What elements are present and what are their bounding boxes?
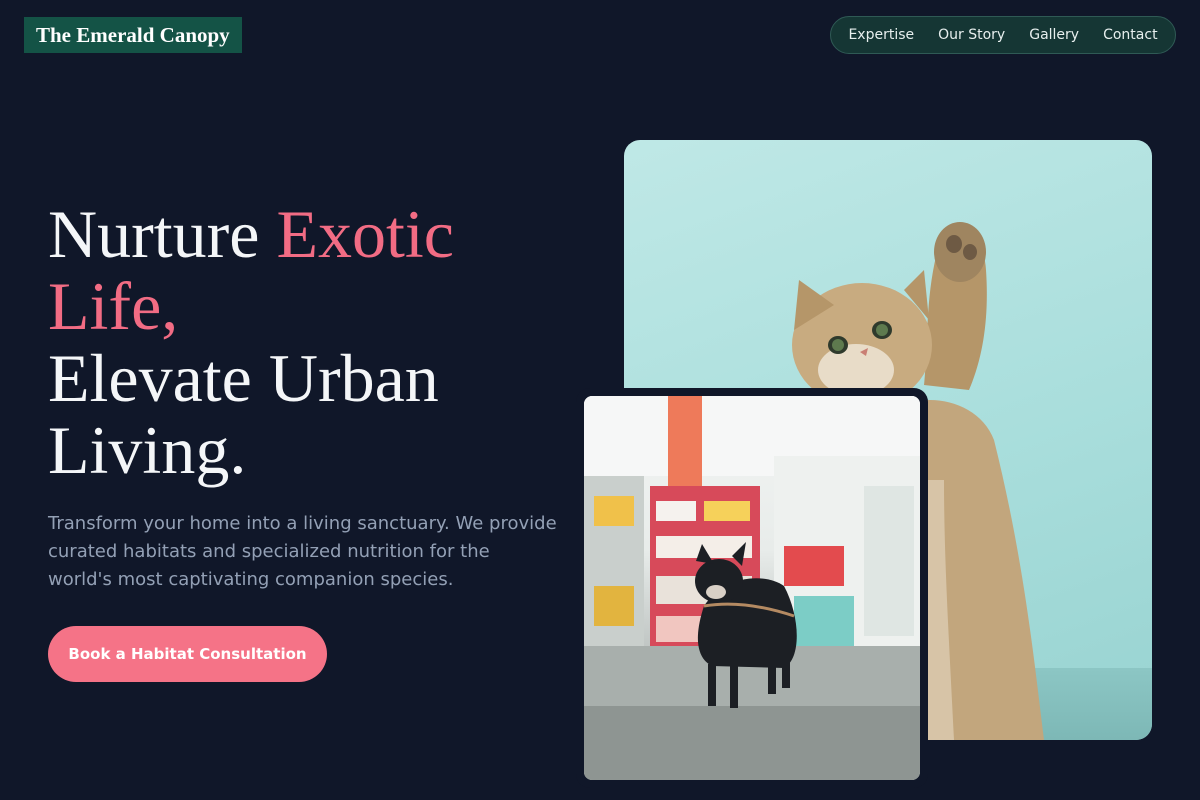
- hero-subtext: Transform your home into a living sanctu…: [48, 513, 557, 590]
- dog-store-illustration: [584, 396, 920, 780]
- nav-item-expertise[interactable]: Expertise: [836, 27, 926, 43]
- headline-part-1: Nurture: [48, 196, 277, 272]
- book-consultation-button[interactable]: Book a Habitat Consultation: [48, 626, 327, 682]
- brand-logo[interactable]: The Emerald Canopy: [24, 17, 242, 53]
- headline-part-2: Elevate Urban Living.: [48, 340, 439, 488]
- main-nav: Expertise Our Story Gallery Contact: [830, 16, 1176, 54]
- nav-item-contact[interactable]: Contact: [1091, 27, 1169, 43]
- hero-headline: Nurture Exotic Life, Elevate Urban Living…: [48, 198, 588, 486]
- nav-item-our-story[interactable]: Our Story: [926, 27, 1017, 43]
- dog-store-photo: [584, 396, 920, 780]
- landing-page: The Emerald Canopy Expertise Our Story G…: [0, 0, 1200, 800]
- nav-item-gallery[interactable]: Gallery: [1017, 27, 1091, 43]
